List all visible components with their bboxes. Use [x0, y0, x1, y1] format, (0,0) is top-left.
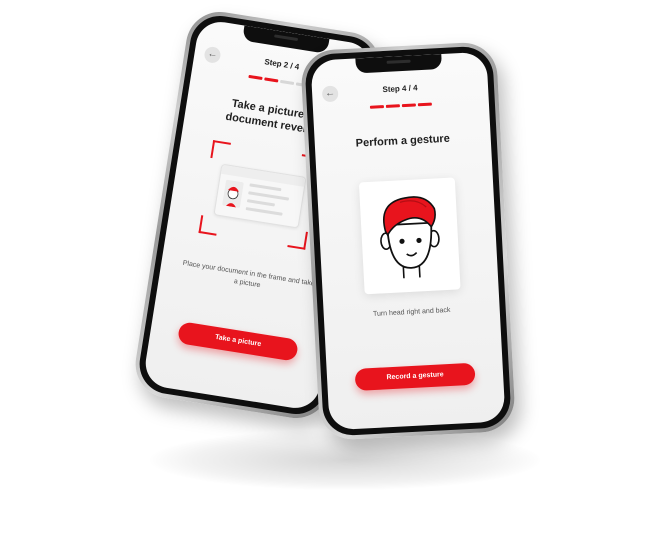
id-photo-icon	[222, 179, 244, 208]
notch	[355, 54, 443, 74]
progress-segment	[417, 102, 432, 106]
phone-screen: ← Step 4 / 4 Perform a gesture Turn head…	[310, 51, 506, 431]
progress-segment	[264, 77, 279, 82]
phone-gesture-step: ← Step 4 / 4 Perform a gesture Turn head…	[299, 41, 517, 441]
speaker	[273, 34, 299, 42]
id-line	[245, 207, 283, 216]
progress-segment	[280, 79, 295, 85]
speaker	[386, 59, 411, 64]
frame-corner	[210, 140, 231, 161]
id-card-illustration	[213, 163, 307, 229]
phone-bezel: ← Step 4 / 4 Perform a gesture Turn head…	[304, 45, 512, 437]
frame-corner	[287, 229, 308, 250]
page-title: Perform a gesture	[355, 132, 451, 150]
take-picture-button[interactable]: Take a picture	[176, 321, 299, 362]
document-frame	[198, 140, 320, 250]
instruction-text: Place your document in the frame and tak…	[182, 259, 316, 290]
progress-segment	[401, 103, 416, 107]
step-indicator: Step 4 / 4	[382, 83, 418, 95]
id-line	[249, 183, 282, 192]
progress-segment	[248, 74, 263, 80]
id-card-text-lines	[245, 183, 295, 222]
instruction-text: Turn head right and back	[372, 306, 451, 318]
gesture-illustration	[358, 177, 461, 295]
progress-bar	[369, 102, 434, 109]
progress-segment	[369, 105, 384, 109]
progress-segment	[385, 104, 400, 108]
record-gesture-button[interactable]: Record a gesture	[354, 362, 476, 391]
face-icon	[380, 196, 440, 279]
phones-shadow	[150, 430, 540, 490]
frame-corner	[198, 215, 220, 236]
id-line	[246, 199, 275, 207]
notch	[242, 25, 330, 54]
